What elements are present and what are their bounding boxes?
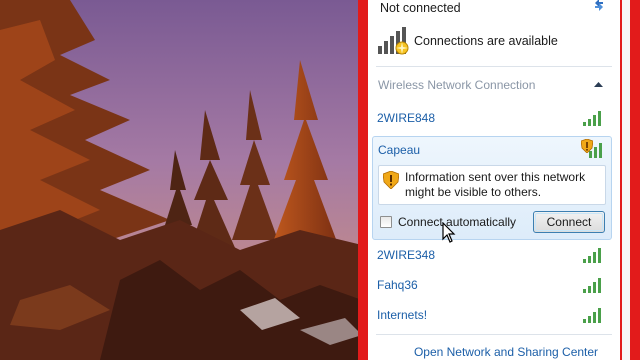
network-item[interactable]: 2WIRE348: [368, 240, 620, 270]
connect-automatically-checkbox[interactable]: [380, 216, 392, 228]
refresh-icon[interactable]: [592, 0, 606, 12]
desktop-wallpaper: [0, 0, 362, 360]
network-item[interactable]: Internets!: [368, 300, 620, 330]
signal-strength-icon: [583, 278, 601, 293]
network-item-selected[interactable]: Capeau Information sent over this networ…: [372, 136, 612, 240]
connect-button-label: Connect: [546, 215, 592, 229]
network-available-icon: [378, 27, 409, 55]
network-name: Internets!: [377, 308, 428, 322]
mouse-cursor-icon: [442, 222, 456, 243]
divider: [376, 334, 612, 335]
security-warning-icon: [581, 139, 593, 153]
signal-strength-icon: [583, 308, 601, 323]
connect-automatically-label[interactable]: Connect automatically: [398, 215, 516, 229]
frame-bar-right: [620, 0, 640, 360]
network-item[interactable]: Fahq36: [368, 270, 620, 300]
network-flyout: Not connected Connections are available …: [368, 0, 620, 360]
network-name: Capeau: [378, 143, 421, 157]
chevron-up-icon[interactable]: [594, 81, 603, 88]
section-title[interactable]: Wireless Network Connection: [378, 78, 535, 92]
divider: [376, 66, 612, 67]
warning-text: Information sent over this network might…: [405, 170, 586, 199]
network-item[interactable]: 2WIRE848: [368, 103, 620, 133]
connection-status: Not connected: [380, 1, 461, 15]
scrollbar-track[interactable]: [622, 0, 630, 360]
network-sharing-center-link[interactable]: Open Network and Sharing Center: [368, 345, 620, 359]
network-name: 2WIRE848: [377, 111, 436, 125]
availability-text: Connections are available: [414, 34, 558, 48]
frame-bar-left: [358, 0, 368, 360]
connect-button[interactable]: Connect: [533, 211, 605, 233]
network-name: 2WIRE348: [377, 248, 436, 262]
security-warning-icon: [383, 171, 399, 189]
security-warning: Information sent over this network might…: [378, 165, 606, 205]
signal-strength-icon: [583, 248, 601, 263]
network-name: Fahq36: [377, 278, 418, 292]
signal-strength-icon: [583, 111, 601, 126]
